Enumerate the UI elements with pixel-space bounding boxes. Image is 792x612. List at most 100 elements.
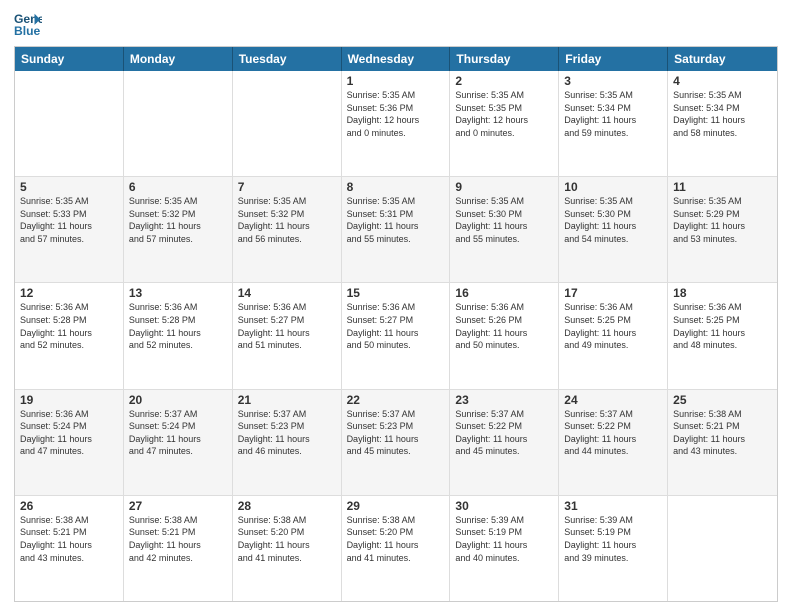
cell-info-line: Daylight: 11 hours — [129, 433, 227, 446]
calendar-cell: 9Sunrise: 5:35 AMSunset: 5:30 PMDaylight… — [450, 177, 559, 282]
calendar-cell — [233, 71, 342, 176]
cell-info-line: and 49 minutes. — [564, 339, 662, 352]
day-number: 20 — [129, 393, 227, 407]
cell-info-line: Daylight: 11 hours — [129, 539, 227, 552]
cell-info-line: Sunrise: 5:36 AM — [20, 301, 118, 314]
day-number: 29 — [347, 499, 445, 513]
cell-info-line: Sunset: 5:34 PM — [564, 102, 662, 115]
calendar-cell: 29Sunrise: 5:38 AMSunset: 5:20 PMDayligh… — [342, 496, 451, 601]
calendar-cell: 23Sunrise: 5:37 AMSunset: 5:22 PMDayligh… — [450, 390, 559, 495]
cell-info-line: and 50 minutes. — [347, 339, 445, 352]
cell-info-line: Sunrise: 5:36 AM — [20, 408, 118, 421]
calendar-cell: 1Sunrise: 5:35 AMSunset: 5:36 PMDaylight… — [342, 71, 451, 176]
day-header-tuesday: Tuesday — [233, 47, 342, 71]
day-header-wednesday: Wednesday — [342, 47, 451, 71]
calendar-cell — [668, 496, 777, 601]
day-header-monday: Monday — [124, 47, 233, 71]
day-number: 21 — [238, 393, 336, 407]
cell-info-line: Sunrise: 5:36 AM — [455, 301, 553, 314]
cell-info-line: Sunset: 5:33 PM — [20, 208, 118, 221]
cell-info-line: and 52 minutes. — [129, 339, 227, 352]
day-header-sunday: Sunday — [15, 47, 124, 71]
cell-info-line: and 45 minutes. — [347, 445, 445, 458]
cell-info-line: Sunrise: 5:38 AM — [238, 514, 336, 527]
cell-info-line: Sunset: 5:23 PM — [347, 420, 445, 433]
cell-info-line: Sunset: 5:32 PM — [238, 208, 336, 221]
cell-info-line: Daylight: 11 hours — [20, 433, 118, 446]
calendar-cell: 18Sunrise: 5:36 AMSunset: 5:25 PMDayligh… — [668, 283, 777, 388]
cell-info-line: Sunrise: 5:39 AM — [455, 514, 553, 527]
calendar-row: 26Sunrise: 5:38 AMSunset: 5:21 PMDayligh… — [15, 496, 777, 601]
calendar-cell: 28Sunrise: 5:38 AMSunset: 5:20 PMDayligh… — [233, 496, 342, 601]
cell-info-line: Daylight: 12 hours — [455, 114, 553, 127]
day-number: 5 — [20, 180, 118, 194]
cell-info-line: Sunset: 5:20 PM — [238, 526, 336, 539]
day-number: 17 — [564, 286, 662, 300]
cell-info-line: Sunrise: 5:35 AM — [455, 89, 553, 102]
svg-text:Blue: Blue — [14, 24, 41, 38]
day-header-saturday: Saturday — [668, 47, 777, 71]
logo-icon: General Blue — [14, 10, 42, 38]
page-container: General Blue SundayMondayTuesdayWednesda… — [0, 0, 792, 612]
cell-info-line: Sunset: 5:24 PM — [20, 420, 118, 433]
cell-info-line: Daylight: 11 hours — [673, 433, 772, 446]
day-number: 4 — [673, 74, 772, 88]
calendar-cell — [15, 71, 124, 176]
calendar-cell: 19Sunrise: 5:36 AMSunset: 5:24 PMDayligh… — [15, 390, 124, 495]
day-number: 11 — [673, 180, 772, 194]
day-header-thursday: Thursday — [450, 47, 559, 71]
cell-info-line: Sunrise: 5:38 AM — [673, 408, 772, 421]
calendar-cell: 17Sunrise: 5:36 AMSunset: 5:25 PMDayligh… — [559, 283, 668, 388]
cell-info-line: Daylight: 11 hours — [564, 539, 662, 552]
day-number: 8 — [347, 180, 445, 194]
cell-info-line: and 47 minutes. — [129, 445, 227, 458]
cell-info-line: Daylight: 12 hours — [347, 114, 445, 127]
cell-info-line: Sunset: 5:19 PM — [455, 526, 553, 539]
cell-info-line: and 47 minutes. — [20, 445, 118, 458]
cell-info-line: and 55 minutes. — [347, 233, 445, 246]
cell-info-line: and 50 minutes. — [455, 339, 553, 352]
calendar-cell: 27Sunrise: 5:38 AMSunset: 5:21 PMDayligh… — [124, 496, 233, 601]
day-number: 1 — [347, 74, 445, 88]
day-number: 28 — [238, 499, 336, 513]
cell-info-line: Sunset: 5:21 PM — [673, 420, 772, 433]
day-number: 18 — [673, 286, 772, 300]
cell-info-line: and 53 minutes. — [673, 233, 772, 246]
cell-info-line: and 45 minutes. — [455, 445, 553, 458]
header: General Blue — [14, 10, 778, 38]
cell-info-line: Daylight: 11 hours — [347, 433, 445, 446]
day-number: 15 — [347, 286, 445, 300]
cell-info-line: Sunrise: 5:36 AM — [564, 301, 662, 314]
cell-info-line: Sunset: 5:21 PM — [20, 526, 118, 539]
cell-info-line: Daylight: 11 hours — [673, 114, 772, 127]
cell-info-line: Sunset: 5:27 PM — [238, 314, 336, 327]
day-number: 30 — [455, 499, 553, 513]
calendar-header: SundayMondayTuesdayWednesdayThursdayFrid… — [15, 47, 777, 71]
cell-info-line: Sunset: 5:30 PM — [455, 208, 553, 221]
cell-info-line: Sunrise: 5:36 AM — [347, 301, 445, 314]
cell-info-line: Sunrise: 5:35 AM — [564, 89, 662, 102]
calendar-row: 1Sunrise: 5:35 AMSunset: 5:36 PMDaylight… — [15, 71, 777, 177]
cell-info-line: and 57 minutes. — [20, 233, 118, 246]
cell-info-line: and 58 minutes. — [673, 127, 772, 140]
logo: General Blue — [14, 10, 42, 38]
cell-info-line: Sunrise: 5:37 AM — [347, 408, 445, 421]
cell-info-line: Daylight: 11 hours — [347, 539, 445, 552]
day-number: 7 — [238, 180, 336, 194]
calendar-cell: 6Sunrise: 5:35 AMSunset: 5:32 PMDaylight… — [124, 177, 233, 282]
cell-info-line: and 41 minutes. — [238, 552, 336, 565]
cell-info-line: Sunrise: 5:35 AM — [238, 195, 336, 208]
cell-info-line: Sunset: 5:36 PM — [347, 102, 445, 115]
cell-info-line: Sunrise: 5:35 AM — [20, 195, 118, 208]
day-number: 19 — [20, 393, 118, 407]
calendar-cell: 14Sunrise: 5:36 AMSunset: 5:27 PMDayligh… — [233, 283, 342, 388]
calendar-cell: 20Sunrise: 5:37 AMSunset: 5:24 PMDayligh… — [124, 390, 233, 495]
cell-info-line: and 40 minutes. — [455, 552, 553, 565]
cell-info-line: Daylight: 11 hours — [347, 220, 445, 233]
cell-info-line: Sunrise: 5:35 AM — [347, 89, 445, 102]
calendar-cell: 12Sunrise: 5:36 AMSunset: 5:28 PMDayligh… — [15, 283, 124, 388]
calendar-cell: 24Sunrise: 5:37 AMSunset: 5:22 PMDayligh… — [559, 390, 668, 495]
cell-info-line: and 41 minutes. — [347, 552, 445, 565]
calendar-cell: 11Sunrise: 5:35 AMSunset: 5:29 PMDayligh… — [668, 177, 777, 282]
cell-info-line: and 48 minutes. — [673, 339, 772, 352]
